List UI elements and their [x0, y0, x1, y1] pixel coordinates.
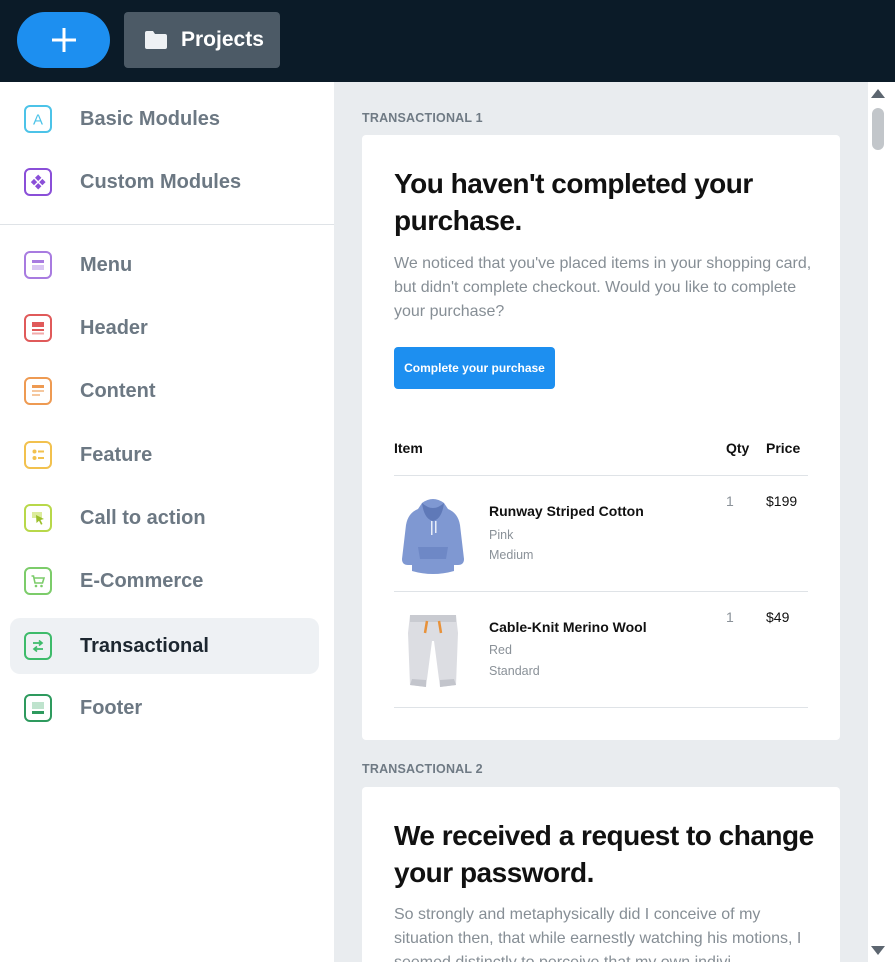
- table-divider: [394, 591, 808, 592]
- sidebar-item-basic-modules[interactable]: A Basic Modules: [10, 91, 319, 147]
- sidebar-item-label: Content: [80, 379, 156, 402]
- scroll-up-arrow-icon[interactable]: [871, 89, 885, 98]
- sidebar-item-label: Menu: [80, 253, 133, 276]
- product-size: Standard: [489, 664, 540, 678]
- sidebar-item-menu[interactable]: Menu: [10, 237, 319, 293]
- sidebar-divider: [0, 224, 334, 225]
- cursor-click-icon: [24, 504, 52, 532]
- sidebar-item-label: Call to action: [80, 506, 206, 529]
- menu-block-icon: [24, 251, 52, 279]
- sidebar-item-label: Header: [80, 316, 148, 339]
- preview-area: TRANSACTIONAL 1 You haven't completed yo…: [334, 82, 868, 962]
- price-column-header: Price: [766, 440, 801, 456]
- sidebar-item-label: Custom Modules: [80, 170, 242, 193]
- sidebar: A Basic Modules Custom Modules Menu Head…: [0, 82, 334, 962]
- section-label: TRANSACTIONAL 2: [362, 762, 483, 776]
- sidebar-item-label: Footer: [80, 696, 143, 719]
- sidebar-item-label: Transactional: [80, 634, 209, 657]
- card-heading: You haven't completed your purchase.: [394, 168, 753, 236]
- card-body: So strongly and metaphysically did I con…: [394, 906, 802, 962]
- transactional-1-card[interactable]: You haven't completed your purchase. We …: [362, 135, 840, 740]
- product-price: $199: [766, 493, 798, 509]
- footer-block-icon: [24, 694, 52, 722]
- table-divider: [394, 475, 808, 476]
- header-block-icon: [24, 314, 52, 342]
- qty-column-header: Qty: [726, 440, 750, 456]
- sidebar-item-call-to-action[interactable]: Call to action: [10, 490, 319, 546]
- exchange-icon: [24, 632, 52, 660]
- add-button[interactable]: [17, 12, 110, 68]
- complete-purchase-button[interactable]: Complete your purchase: [394, 347, 555, 389]
- item-column-header: Item: [394, 440, 423, 456]
- plus-icon: [51, 28, 76, 52]
- sidebar-item-custom-modules[interactable]: Custom Modules: [10, 154, 319, 210]
- content-block-icon: [24, 377, 52, 405]
- product-qty: 1: [726, 493, 734, 509]
- section-label: TRANSACTIONAL 1: [362, 111, 483, 125]
- product-name: Cable-Knit Merino Wool: [489, 619, 647, 635]
- hoodie-image: [402, 499, 464, 574]
- cart-icon: [24, 567, 52, 595]
- scroll-thumb[interactable]: [872, 108, 884, 150]
- sidebar-item-transactional[interactable]: Transactional: [10, 618, 319, 674]
- projects-button[interactable]: Projects: [124, 12, 280, 68]
- sidebar-item-label: Feature: [80, 443, 153, 466]
- sidebar-item-label: E-Commerce: [80, 569, 204, 592]
- right-panel-edge: [888, 82, 895, 962]
- letter-a-icon: A: [24, 105, 52, 133]
- feature-block-icon: [24, 441, 52, 469]
- sidebar-item-label: Basic Modules: [80, 107, 221, 130]
- product-name: Runway Striped Cotton: [489, 503, 644, 519]
- custom-module-icon: [24, 168, 52, 196]
- product-price: $49: [766, 609, 790, 625]
- projects-label: Projects: [181, 28, 264, 51]
- sidebar-item-content[interactable]: Content: [10, 363, 319, 419]
- product-size: Medium: [489, 548, 534, 562]
- folder-icon: [145, 31, 167, 49]
- svg-text:A: A: [33, 112, 43, 128]
- card-heading: We received a request to change your pas…: [394, 820, 814, 888]
- table-divider: [394, 707, 808, 708]
- sidebar-item-footer[interactable]: Footer: [10, 680, 319, 736]
- top-bar: Projects: [0, 0, 895, 82]
- transactional-2-card[interactable]: We received a request to change your pas…: [362, 787, 840, 962]
- preview-scrollbar[interactable]: [868, 82, 888, 962]
- product-color: Pink: [489, 528, 514, 542]
- sidebar-item-e-commerce[interactable]: E-Commerce: [10, 553, 319, 609]
- card-body: We noticed that you've placed items in y…: [394, 255, 812, 320]
- sidebar-item-header[interactable]: Header: [10, 300, 319, 356]
- sweatpants-image: [408, 615, 458, 687]
- product-qty: 1: [726, 609, 734, 625]
- scroll-down-arrow-icon[interactable]: [871, 946, 885, 955]
- product-color: Red: [489, 643, 512, 657]
- sidebar-item-feature[interactable]: Feature: [10, 427, 319, 483]
